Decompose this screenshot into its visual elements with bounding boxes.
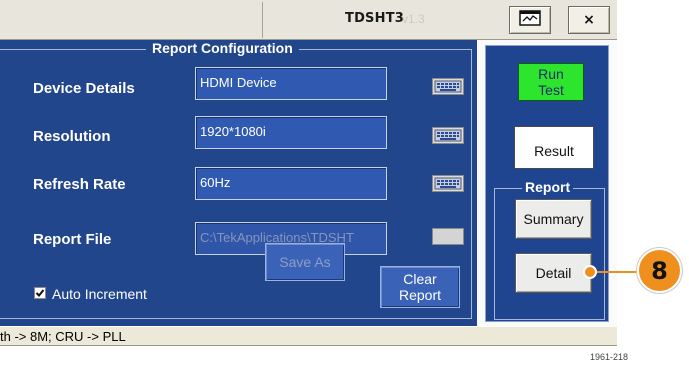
detail-button[interactable]: Detail	[515, 253, 592, 293]
status-text: th -> 8M; CRU -> PLL	[0, 329, 126, 344]
title-divider	[262, 2, 263, 38]
save-as-button[interactable]: Save As	[265, 243, 345, 281]
run-test-label-line2: Test	[538, 82, 564, 98]
app-title: TDSHT3	[345, 11, 405, 26]
close-icon: ×	[583, 12, 595, 28]
report-file-label: Report File	[33, 231, 112, 248]
keyboard-icon	[433, 128, 463, 143]
resolution-label: Resolution	[33, 128, 111, 145]
keyboard-icon	[433, 79, 463, 94]
status-bar: th -> 8M; CRU -> PLL	[0, 326, 617, 346]
status-divider	[0, 345, 617, 346]
device-details-label: Device Details	[33, 80, 135, 97]
restore-window-icon	[519, 9, 541, 31]
result-button[interactable]: Result	[514, 126, 594, 169]
clear-report-label-line2: Report	[398, 287, 442, 303]
clear-report-label-line1: Clear	[403, 271, 437, 287]
result-label: Result	[534, 142, 574, 159]
callout-dot	[583, 265, 597, 279]
figure-id: 1961-218	[590, 352, 629, 362]
device-details-input[interactable]: HDMI Device	[195, 67, 387, 100]
restore-window-button[interactable]	[509, 6, 551, 34]
checkmark-icon	[35, 288, 45, 298]
title-bar: TDSHT3 v1.3 ×	[0, 0, 617, 40]
callout-number-badge: 8	[637, 248, 682, 293]
report-configuration-title: Report Configuration	[146, 40, 299, 56]
resolution-keyboard-button[interactable]	[432, 127, 464, 144]
refresh-rate-label: Refresh Rate	[33, 176, 126, 193]
close-button[interactable]: ×	[568, 6, 610, 34]
detail-label: Detail	[535, 265, 572, 281]
refresh-rate-keyboard-button[interactable]	[432, 175, 464, 192]
summary-button[interactable]: Summary	[515, 199, 592, 239]
clear-report-button[interactable]: Clear Report	[380, 266, 460, 308]
save-as-label: Save As	[279, 254, 331, 270]
app-version: v1.3	[402, 12, 425, 26]
report-group-title: Report	[522, 179, 574, 195]
keyboard-icon	[433, 176, 463, 191]
device-details-keyboard-button[interactable]	[432, 78, 464, 95]
summary-label: Summary	[523, 211, 584, 227]
run-test-label-line1: Run	[538, 66, 564, 82]
auto-increment-checkbox[interactable]	[34, 287, 46, 299]
report-file-keyboard-button	[432, 228, 464, 245]
auto-increment-label: Auto Increment	[52, 286, 147, 302]
resolution-input[interactable]: 1920*1080i	[195, 116, 387, 149]
callout-number: 8	[651, 256, 668, 285]
run-test-button[interactable]: Run Test	[518, 63, 584, 101]
refresh-rate-input[interactable]: 60Hz	[195, 167, 387, 200]
